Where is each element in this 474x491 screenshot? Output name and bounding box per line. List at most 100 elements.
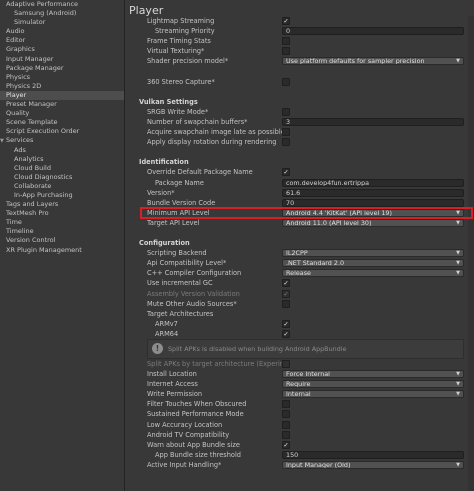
android-tv-compatibility-checkbox[interactable]: [282, 430, 290, 439]
chevron-down-icon: ▼: [456, 58, 460, 65]
use-incremental-gc-checkbox[interactable]: ✓: [282, 279, 290, 288]
frame-timing-stats-checkbox[interactable]: [282, 37, 290, 46]
sidebar-item-scene-template[interactable]: Scene Template: [0, 118, 124, 127]
api-compatibility-level-dropdown[interactable]: .NET Standard 2.0 ▼: [282, 259, 464, 268]
dropdown-value: Android 4.4 'KitKat' (API level 19): [286, 208, 392, 217]
sidebar-item-graphics[interactable]: Graphics: [0, 45, 124, 54]
assembly-version-validation-checkbox: ✓: [282, 289, 290, 298]
sidebar-item-tags-and-layers[interactable]: Tags and Layers: [0, 200, 124, 209]
filter-touches-when-obscured-checkbox[interactable]: [282, 400, 290, 409]
sidebar-item-label: Tags and Layers: [6, 200, 59, 209]
apply-display-rotation-during-rendering-checkbox[interactable]: [282, 138, 290, 147]
settings-list: Lightmap Streaming ✓ Streaming Priority 0 Fr…: [125, 16, 474, 470]
sidebar-item-analytics[interactable]: Analytics: [0, 155, 124, 164]
chevron-down-icon: ▼: [456, 250, 460, 257]
sidebar-item-quality[interactable]: Quality: [0, 109, 124, 118]
sidebar-item-services[interactable]: ▼ Services: [0, 136, 124, 145]
sidebar-item-audio[interactable]: Audio: [0, 27, 124, 36]
sidebar-item-ads[interactable]: Ads: [0, 146, 124, 155]
target-api-level-dropdown[interactable]: Android 11.0 (API level 30) ▼: [282, 218, 464, 227]
version-field[interactable]: 61.6: [282, 188, 464, 197]
srgb-write-mode-checkbox[interactable]: [282, 107, 290, 116]
armv7-checkbox[interactable]: ✓: [282, 319, 290, 328]
setting-row-number-of-swapchain-buffers: Number of swapchain buffers* 3: [125, 117, 474, 127]
app-bundle-size-threshold-field[interactable]: 150: [282, 450, 464, 459]
sidebar-item-cloud-build[interactable]: Cloud Build: [0, 164, 124, 173]
mute-other-audio-sources-checkbox[interactable]: [282, 299, 290, 308]
number-of-swapchain-buffers-field[interactable]: 3: [282, 117, 464, 126]
setting-label: Split APKs by target architecture (Exper…: [147, 360, 287, 368]
shader-precision-model-dropdown[interactable]: Use platform defaults for sampler precis…: [282, 57, 464, 66]
warn-about-app-bundle-size-checkbox[interactable]: ✓: [282, 440, 290, 449]
sidebar-item-timeline[interactable]: Timeline: [0, 227, 124, 236]
bundle-version-code-field[interactable]: 70: [282, 198, 464, 207]
setting-row-spacer: [125, 66, 474, 76]
setting-row-spacer: [125, 147, 474, 157]
sidebar-item-preset-manager[interactable]: Preset Manager: [0, 100, 124, 109]
sidebar-item-adaptive-performance[interactable]: Adaptive Performance: [0, 0, 124, 9]
panel-scrollbar[interactable]: [468, 16, 474, 491]
sidebar-item-simulator[interactable]: Simulator: [0, 18, 124, 27]
lightmap-streaming-checkbox[interactable]: ✓: [282, 17, 290, 25]
sidebar-item-player[interactable]: Player: [0, 90, 124, 101]
sidebar-item-physics[interactable]: Physics: [0, 73, 124, 82]
acquire-swapchain-image-late-as-possible-checkbox[interactable]: [282, 128, 290, 137]
setting-label: Sustained Performance Mode: [147, 410, 244, 419]
setting-label: Number of swapchain buffers*: [147, 117, 248, 126]
sidebar-item-label: Time: [6, 218, 22, 227]
setting-row-split-apks-by-target-architecture-experim: Split APKs by target architecture (Exper…: [125, 359, 474, 369]
setting-row-target-architectures: Target Architectures: [125, 309, 474, 319]
setting-label: SRGB Write Mode*: [147, 107, 209, 116]
arm64-checkbox[interactable]: ✓: [282, 329, 290, 338]
section-header-configuration: Configuration: [125, 238, 474, 248]
c-compiler-configuration-dropdown[interactable]: Release ▼: [282, 269, 464, 278]
sidebar-item-cloud-diagnostics[interactable]: Cloud Diagnostics: [0, 173, 124, 182]
dropdown-value: Android 11.0 (API level 30): [286, 218, 372, 227]
setting-row-srgb-write-mode: SRGB Write Mode*: [125, 107, 474, 117]
sidebar-item-samsung-android[interactable]: Samsung (Android): [0, 9, 124, 18]
sidebar-item-textmesh-pro[interactable]: TextMesh Pro: [0, 209, 124, 218]
split-apks-by-target-architecture-experim-checkbox: [282, 360, 290, 368]
sidebar-item-package-manager[interactable]: Package Manager: [0, 64, 124, 73]
setting-row-shader-precision-model: Shader precision model* Use platform defa…: [125, 56, 474, 66]
write-permission-dropdown[interactable]: Internal ▼: [282, 390, 464, 399]
setting-label: Filter Touches When Obscured: [147, 400, 247, 409]
virtual-texturing-checkbox[interactable]: [282, 47, 290, 56]
sustained-performance-mode-checkbox[interactable]: [282, 410, 290, 419]
sidebar-item-xr-plugin-management[interactable]: XR Plugin Management: [0, 246, 124, 255]
sidebar-item-version-control[interactable]: Version Control: [0, 236, 124, 245]
setting-row-lightmap-streaming: Lightmap Streaming ✓: [125, 16, 474, 26]
sidebar-item-script-execution-order[interactable]: Script Execution Order: [0, 127, 124, 136]
dropdown-value: .NET Standard 2.0: [286, 259, 345, 268]
setting-label: Write Permission: [147, 390, 203, 399]
sidebar-item-time[interactable]: Time: [0, 218, 124, 227]
setting-label: Version*: [147, 188, 175, 197]
info-message-text: Split APKs is disabled when building And…: [168, 345, 347, 353]
low-accuracy-location-checkbox[interactable]: [282, 420, 290, 429]
setting-row-override-default-package-name: Override Default Package Name ✓: [125, 167, 474, 177]
sidebar-item-in-app-purchasing[interactable]: In-App Purchasing: [0, 191, 124, 200]
sidebar-item-label: In-App Purchasing: [14, 190, 73, 199]
chevron-down-icon: ▼: [456, 381, 460, 388]
setting-label: Assembly Version Validation: [147, 289, 240, 298]
setting-label: ARMv7: [155, 319, 178, 328]
minimum-api-level-dropdown[interactable]: Android 4.4 'KitKat' (API level 19) ▼: [282, 208, 464, 217]
360-stereo-capture-checkbox[interactable]: [282, 77, 290, 86]
sidebar-item-editor[interactable]: Editor: [0, 36, 124, 45]
sidebar-item-input-manager[interactable]: Input Manager: [0, 55, 124, 64]
internet-access-dropdown[interactable]: Require ▼: [282, 380, 464, 389]
install-location-dropdown[interactable]: Force Internal ▼: [282, 370, 464, 379]
setting-label: Target API Level: [147, 218, 200, 227]
override-default-package-name-checkbox[interactable]: ✓: [282, 168, 290, 177]
setting-row-c-compiler-configuration: C++ Compiler Configuration Release ▼: [125, 268, 474, 278]
sidebar-item-physics-2d[interactable]: Physics 2D: [0, 82, 124, 91]
active-input-handling-dropdown[interactable]: Input Manager (Old) ▼: [282, 460, 464, 469]
scripting-backend-dropdown[interactable]: IL2CPP ▼: [282, 249, 464, 258]
package-name-field[interactable]: com.develop4fun.ertrippa: [282, 178, 464, 187]
streaming-priority-field[interactable]: 0: [282, 27, 464, 36]
sidebar-item-collaborate[interactable]: Collaborate: [0, 182, 124, 191]
setting-row-use-incremental-gc: Use incremental GC ✓: [125, 278, 474, 288]
sidebar-item-label: Audio: [6, 27, 25, 36]
sidebar-item-label: Adaptive Performance: [6, 0, 79, 8]
settings-sidebar: Adaptive Performance Samsung (Android) Sim…: [0, 0, 125, 491]
